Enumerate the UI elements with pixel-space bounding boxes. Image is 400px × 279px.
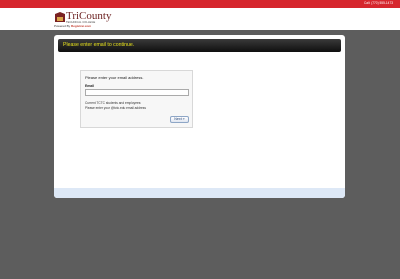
- powered-by-prefix: Powered By: [54, 24, 71, 28]
- email-form-card: Please enter your email address. Email C…: [80, 70, 193, 128]
- panel-footer: [54, 188, 345, 198]
- banner-text: Please enter email to continue.: [63, 42, 135, 48]
- email-label: Email: [85, 84, 95, 88]
- phone-number[interactable]: Call: (770) 555-1473: [364, 1, 393, 5]
- email-input[interactable]: [85, 89, 189, 96]
- next-button[interactable]: Next »: [170, 116, 189, 123]
- site-header: TriCounty TECHNICAL COLLEGE Powered By R…: [0, 8, 400, 30]
- main-panel: Please enter email to continue. Please e…: [54, 35, 345, 198]
- students-note: Current TCTC students and employees:: [85, 101, 142, 105]
- banner: Please enter email to continue.: [58, 39, 341, 52]
- top-bar: Call: (770) 555-1473: [0, 0, 400, 8]
- powered-by: Powered By Registrar.com: [54, 24, 91, 28]
- email-prompt: Please enter your email address.: [85, 75, 144, 80]
- powered-by-brand: Registrar.com: [71, 24, 92, 28]
- college-logo[interactable]: TriCounty TECHNICAL COLLEGE Powered By R…: [54, 10, 114, 28]
- logo-mark-icon: [54, 11, 66, 23]
- email-domain-note: Please enter your @tctc.edu email addres…: [85, 106, 146, 110]
